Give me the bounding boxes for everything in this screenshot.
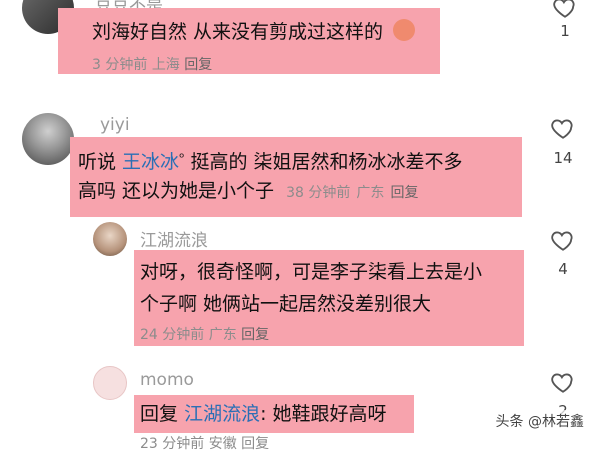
avatar[interactable] (93, 222, 127, 256)
comment-username[interactable]: 江湖流浪 (140, 226, 208, 251)
comment-location: 广东 (208, 327, 237, 343)
heart-outline-icon[interactable] (550, 369, 576, 395)
heart-outline-icon[interactable] (552, 0, 578, 20)
comment-text: 对呀，很奇怪啊，可是李子柒看上去是小 (140, 256, 482, 288)
comment-body: : 她鞋跟好高呀 (260, 403, 387, 425)
comment-text: 回复 江湖流浪: 她鞋跟好高呀 (140, 398, 387, 430)
comment-body: 个子啊 她俩站一起居然没差别很大 (140, 293, 432, 315)
blush-emoji-icon (393, 19, 416, 41)
comment-body: 高吗 还以为她是小个子 (78, 180, 275, 202)
like-count: 4 (558, 260, 568, 278)
comment-body: 挺高的 柒姐居然和杨冰冰差不多 (184, 151, 463, 173)
comment-meta: 23 分钟前 安徽 回复 (140, 436, 270, 452)
comment-username[interactable]: yiyi (100, 115, 130, 135)
comment-text: 听说 王冰冰ᵒ 挺高的 柒姐居然和杨冰冰差不多 (78, 143, 463, 178)
avatar[interactable] (22, 113, 74, 165)
reply-button[interactable]: 回复 (184, 57, 212, 73)
avatar[interactable] (93, 366, 127, 400)
comment-time: 3 分钟前 (92, 57, 148, 73)
watermark: 头条 @林若鑫 (491, 410, 588, 432)
comment-text-line2: 个子啊 她俩站一起居然没差别很大 (140, 288, 431, 320)
comment-meta: 3 分钟前 上海 回复 (92, 54, 212, 74)
comment-location: 广东 (356, 185, 385, 201)
like-count: 14 (553, 149, 573, 167)
reply-button[interactable]: 回复 (241, 327, 269, 343)
heart-outline-icon[interactable] (550, 227, 576, 253)
comment-meta: 24 分钟前 广东 回复 (140, 324, 269, 344)
heart-outline-icon[interactable] (550, 115, 576, 141)
reply-prefix: 回复 (140, 403, 179, 425)
mention-link[interactable]: 王冰冰 (122, 151, 179, 173)
comment-time: 38 分钟前 (286, 185, 351, 201)
comment-time: 24 分钟前 (140, 327, 205, 343)
reply-button[interactable]: 回复 (390, 185, 418, 201)
comment-body: 对呀，很奇怪啊，可是李子柒看上去是小 (140, 261, 483, 283)
mention-link[interactable]: 江湖流浪 (184, 403, 260, 425)
comment-text: 刘海好自然 从来没有剪成过这样的 (92, 16, 416, 48)
comment-location: 上海 (151, 57, 180, 73)
like-count: 1 (560, 22, 570, 40)
comment-body: 刘海好自然 从来没有剪成过这样的 (92, 21, 384, 43)
comment-text-line2: 高吗 还以为她是小个子 38 分钟前 广东 回复 (78, 175, 418, 209)
comment-username[interactable]: momo (140, 370, 194, 390)
comment-body: 听说 (78, 151, 123, 173)
